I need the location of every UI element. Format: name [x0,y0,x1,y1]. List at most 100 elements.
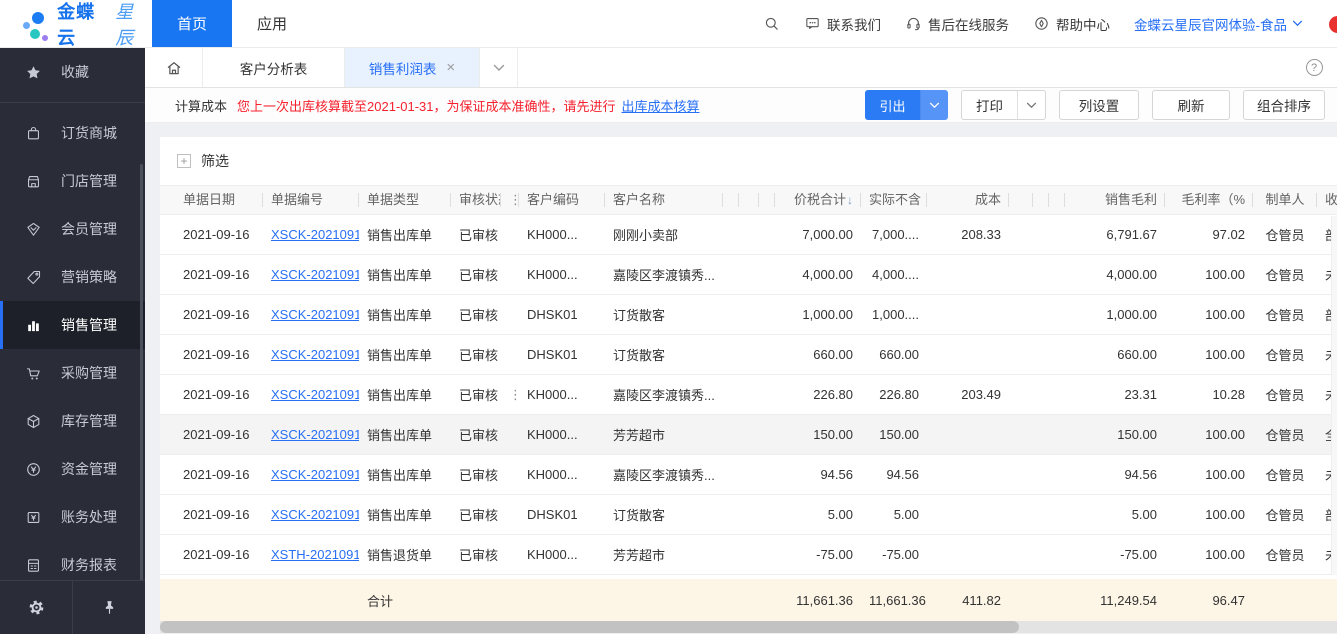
cell: 芳芳超市 [605,425,723,444]
column-header-13[interactable] [1009,185,1033,215]
cell: 销售出库单 [359,265,451,284]
table-row[interactable]: 2021-09-16XSCK-20210916销售出库单已审核KH000...芳… [160,415,1337,455]
column-header-6[interactable]: 客户名称 [605,185,723,215]
export-split-button[interactable]: 引出 [865,90,948,120]
table-row[interactable]: 2021-09-16XSCK-20210916销售出库单已审核KH000...刚… [160,215,1337,255]
cell: 100.00 [1165,347,1253,362]
table-row[interactable]: 2021-09-16XSCK-20210916销售出库单已审核DHSK01订货散… [160,335,1337,375]
sidebar-item-5[interactable]: 销售管理 [0,301,145,349]
sidebar-item-1[interactable]: 订货商城 [0,109,145,157]
bill-number-link[interactable]: XSCK-20210916 [271,387,359,402]
table-row[interactable]: 2021-09-16XSTH-20210916销售退货单已审核KH000...芳… [160,535,1337,575]
cell: 销售出库单 [359,345,451,364]
close-tab-icon[interactable]: × [446,60,455,75]
bill-number-link[interactable]: XSCK-20210916 [271,307,359,322]
notification-badge[interactable] [1329,16,1337,33]
sidebar-item-2[interactable]: 门店管理 [0,157,145,205]
column-settings-button[interactable]: 列设置 [1059,90,1139,120]
bill-number-link[interactable]: XSCK-20210916 [271,467,359,482]
sidebar-item-3[interactable]: 会员管理 [0,205,145,253]
column-header-14[interactable] [1033,185,1049,215]
column-header-5[interactable]: 客户编码 [519,185,605,215]
expand-filter-icon[interactable]: + [177,154,191,168]
column-header-15[interactable] [1049,185,1065,215]
bill-number-link[interactable]: XSCK-20210916 [271,507,359,522]
horizontal-scrollbar[interactable] [160,621,1337,633]
column-header-4[interactable]: ⋮ [501,185,519,215]
table-row[interactable]: 2021-09-16XSCK-20210916销售出库单已审核KH000...嘉… [160,255,1337,295]
cell: 150.00 [1065,427,1165,442]
cell: 23.31 [1065,387,1165,402]
column-header-16[interactable]: 销售毛利 [1065,185,1165,215]
column-header-18[interactable]: 制单人 [1253,185,1317,215]
column-header-0[interactable]: 单据日期 [175,185,263,215]
export-button[interactable]: 引出 [865,90,920,120]
sidebar-item-0[interactable]: 收藏 [0,48,145,96]
home-tab-button[interactable] [145,48,203,87]
export-dropdown-button[interactable] [920,90,948,120]
search-button[interactable] [763,15,780,32]
cell: -75.00 [1065,547,1165,562]
print-split-button[interactable]: 打印 [961,90,1046,120]
table-row[interactable]: 2021-09-16XSCK-20210916销售出库单已审核DHSK01订货散… [160,295,1337,335]
nav-item-home[interactable]: 首页 [152,0,232,47]
column-header-12[interactable]: 成本 [927,185,1009,215]
bill-number-link[interactable]: XSTH-20210916 [271,547,359,562]
column-header-10[interactable]: 价税合计↓ [775,185,861,215]
column-header-3[interactable]: 审核状态 [451,185,501,215]
after-sales-service-link[interactable]: 售后在线服务 [905,14,1009,34]
settings-button[interactable] [0,581,72,634]
column-header-8[interactable] [739,185,759,215]
total-cell: 411.82 [927,593,1009,608]
bill-number-link[interactable]: XSCK-20210916 [271,227,359,242]
pin-button[interactable] [72,581,145,634]
tab-sales-profit[interactable]: 销售利润表 × [345,48,480,87]
cell: 203.49 [927,387,1009,402]
combo-sort-button[interactable]: 组合排序 [1243,90,1325,120]
contact-us-link[interactable]: 联系我们 [804,14,881,34]
cell: 仓管员 [1253,265,1317,284]
cell: 已审核 [451,305,501,324]
cell: 150.00 [775,427,861,442]
cost-accounting-link[interactable]: 出库成本核算 [622,96,700,115]
chevron-down-icon [1026,102,1037,109]
help-center-link[interactable]: 帮助中心 [1033,14,1110,34]
column-header-7[interactable] [723,185,739,215]
sidebar-item-9[interactable]: 账务处理 [0,493,145,541]
print-dropdown-button[interactable] [1018,102,1045,109]
nav-item-apps[interactable]: 应用 [232,0,312,47]
chevron-down-icon [929,102,940,109]
sidebar-item-7[interactable]: 库存管理 [0,397,145,445]
column-header-19[interactable]: 收款状态 [1317,185,1337,215]
column-header-9[interactable] [759,185,775,215]
column-header-11[interactable]: 实际不含 [861,185,927,215]
tab-customer-analysis[interactable]: 客户分析表 [203,48,345,87]
table-row[interactable]: 2021-09-16XSCK-20210916销售出库单已审核⋮KH000...… [160,375,1337,415]
vertical-scrollbar[interactable] [1331,216,1337,575]
table-row[interactable]: 2021-09-16XSCK-20210916销售出库单已审核DHSK01订货散… [160,495,1337,535]
page-help-button[interactable]: ? [1291,48,1337,87]
table-row[interactable]: 2021-09-16XSCK-20210916销售出库单已审核KH000...嘉… [160,455,1337,495]
horizontal-scrollbar-thumb[interactable] [160,621,1019,633]
cell: 660.00 [1065,347,1165,362]
bill-number-link[interactable]: XSCK-20210916 [271,347,359,362]
bill-number-link[interactable]: XSCK-20210916 [271,427,359,442]
sidebar-item-6[interactable]: 采购管理 [0,349,145,397]
print-button[interactable]: 打印 [962,91,1018,119]
brand-logo[interactable]: 金蝶云 星辰 [0,0,152,47]
sidebar-item-4[interactable]: 营销策略 [0,253,145,301]
column-header-17[interactable]: 毛利率（% [1165,185,1253,215]
cell: 订货散客 [605,345,723,364]
tab-list-dropdown[interactable] [480,48,518,87]
refresh-button[interactable]: 刷新 [1152,90,1230,120]
cell: 2021-09-16 [175,227,263,242]
sidebar-scrollbar[interactable] [140,164,143,602]
account-menu[interactable]: 金蝶云星辰官网体验-食品 [1134,14,1303,34]
sidebar-item-8[interactable]: 资金管理 [0,445,145,493]
logo-text-secondary: 星辰 [115,0,152,50]
column-header-1[interactable]: 单据编号 [263,185,359,215]
sidebar: 收藏订货商城门店管理会员管理营销策略销售管理采购管理库存管理资金管理账务处理财务… [0,48,145,634]
bill-number-link[interactable]: XSCK-20210916 [271,267,359,282]
column-header-2[interactable]: 单据类型 [359,185,451,215]
cell: XSCK-20210916 [263,387,359,402]
